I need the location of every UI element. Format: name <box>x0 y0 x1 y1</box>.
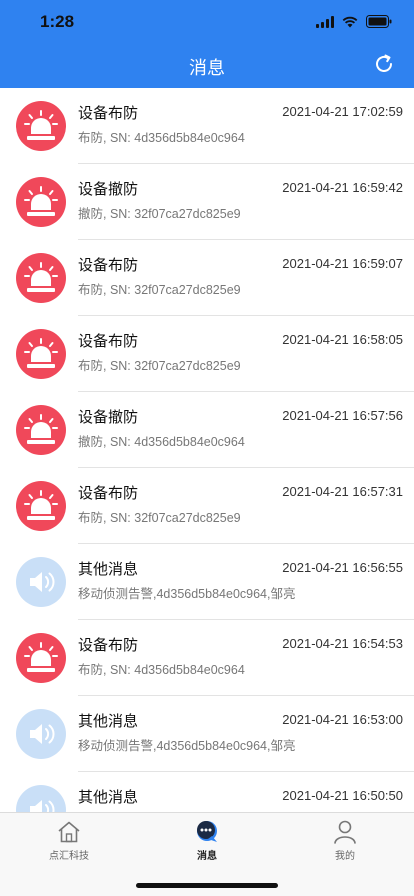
alarm-light-icon <box>16 633 66 683</box>
message-row[interactable]: 设备布防 2021-04-21 16:59:07 布防, SN: 32f07ca27… <box>0 240 414 316</box>
page-title: 消息 <box>189 58 225 79</box>
message-subtitle: 布防, SN: 32f07ca27dc825e9 <box>78 283 241 297</box>
tab-home-label: 点汇科技 <box>49 851 89 862</box>
status-icons <box>316 14 392 30</box>
alarm-light-icon <box>16 405 66 455</box>
tab-home[interactable]: 点汇科技 <box>0 819 138 865</box>
message-title: 设备布防 <box>78 332 139 350</box>
message-row[interactable]: 其他消息 2021-04-21 16:53:00 移动侦测告警,4d356d5b84… <box>0 696 414 772</box>
message-row[interactable]: 设备撤防 2021-04-21 16:57:56 撤防, SN: 4d356d5b8… <box>0 392 414 468</box>
message-time: 2021-04-21 16:57:56 <box>282 408 403 423</box>
message-title: 其他消息 <box>78 560 139 578</box>
message-time: 2021-04-21 16:57:31 <box>282 484 403 499</box>
message-time: 2021-04-21 16:58:05 <box>282 332 403 347</box>
wifi-icon <box>342 13 358 32</box>
message-title: 设备布防 <box>78 484 139 502</box>
message-subtitle: 布防, SN: 32f07ca27dc825e9 <box>78 511 241 525</box>
signal-icon <box>316 13 334 32</box>
message-row[interactable]: 其他消息 2021-04-21 16:50:50 <box>0 772 414 812</box>
battery-icon <box>366 13 392 32</box>
message-title: 设备撤防 <box>78 180 139 198</box>
message-time: 2021-04-21 17:02:59 <box>282 104 403 119</box>
alarm-light-icon <box>16 253 66 303</box>
chat-icon <box>194 819 220 845</box>
alarm-light-icon <box>16 101 66 151</box>
message-time: 2021-04-21 16:50:50 <box>282 788 403 803</box>
message-row[interactable]: 设备布防 2021-04-21 16:57:31 布防, SN: 32f07ca27… <box>0 468 414 544</box>
home-indicator <box>136 883 278 888</box>
message-subtitle: 撤防, SN: 32f07ca27dc825e9 <box>78 207 241 221</box>
status-time: 1:28 <box>40 12 75 31</box>
alarm-light-icon <box>16 481 66 531</box>
message-time: 2021-04-21 16:56:55 <box>282 560 403 575</box>
message-title: 其他消息 <box>78 788 139 806</box>
tab-profile[interactable]: 我的 <box>276 819 414 865</box>
message-title: 设备布防 <box>78 256 139 274</box>
message-subtitle: 布防, SN: 4d356d5b84e0c964 <box>78 663 245 677</box>
tab-profile-label: 我的 <box>335 851 355 862</box>
alarm-light-icon <box>16 329 66 379</box>
alarm-light-icon <box>16 177 66 227</box>
message-list[interactable]: 设备布防 2021-04-21 17:02:59 布防, SN: 4d356d5b8… <box>0 88 414 812</box>
message-row[interactable]: 设备布防 2021-04-21 16:54:53 布防, SN: 4d356d5b8… <box>0 620 414 696</box>
message-title: 设备布防 <box>78 636 139 654</box>
message-row[interactable]: 设备撤防 2021-04-21 16:59:42 撤防, SN: 32f07ca27… <box>0 164 414 240</box>
message-time: 2021-04-21 16:53:00 <box>282 712 403 727</box>
status-bar: 1:28 <box>0 0 414 44</box>
refresh-button[interactable] <box>370 52 398 80</box>
message-subtitle: 布防, SN: 32f07ca27dc825e9 <box>78 359 241 373</box>
message-subtitle: 移动侦测告警,4d356d5b84e0c964,邹亮 <box>78 587 296 601</box>
message-subtitle: 移动侦测告警,4d356d5b84e0c964,邹亮 <box>78 739 296 753</box>
user-icon <box>332 819 358 845</box>
tab-messages[interactable]: 消息 <box>138 819 276 865</box>
speaker-icon <box>16 557 66 607</box>
message-title: 其他消息 <box>78 712 139 730</box>
message-time: 2021-04-21 16:59:07 <box>282 256 403 271</box>
speaker-icon <box>16 785 66 812</box>
message-time: 2021-04-21 16:54:53 <box>282 636 403 651</box>
message-row[interactable]: 设备布防 2021-04-21 16:58:05 布防, SN: 32f07ca27… <box>0 316 414 392</box>
refresh-icon <box>372 52 396 80</box>
message-subtitle: 布防, SN: 4d356d5b84e0c964 <box>78 131 245 145</box>
speaker-icon <box>16 709 66 759</box>
home-icon <box>56 819 82 845</box>
message-time: 2021-04-21 16:59:42 <box>282 180 403 195</box>
nav-bar: 消息 <box>0 44 414 88</box>
message-title: 设备布防 <box>78 104 139 122</box>
message-subtitle: 撤防, SN: 4d356d5b84e0c964 <box>78 435 245 449</box>
message-row[interactable]: 其他消息 2021-04-21 16:56:55 移动侦测告警,4d356d5b84… <box>0 544 414 620</box>
tab-messages-label: 消息 <box>197 851 217 862</box>
message-row[interactable]: 设备布防 2021-04-21 17:02:59 布防, SN: 4d356d5b8… <box>0 88 414 164</box>
message-title: 设备撤防 <box>78 408 139 426</box>
